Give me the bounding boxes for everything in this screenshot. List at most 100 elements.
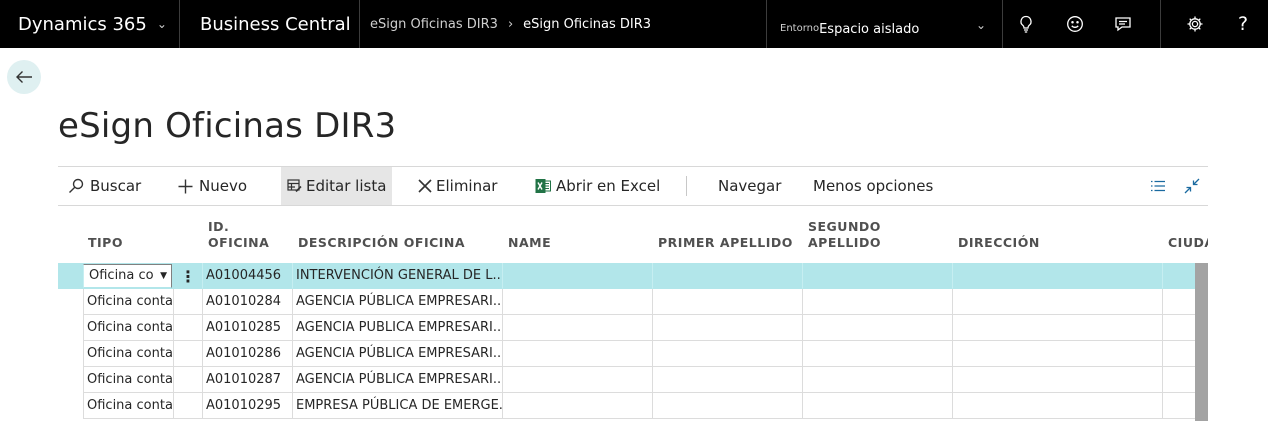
ciudad-cell[interactable] (1162, 289, 1195, 315)
table-row[interactable]: Oficina co ▼ ⋮ A01004456 INTERVENCIÓN GE… (58, 263, 1208, 289)
ciudad-cell[interactable] (1162, 341, 1195, 367)
id-cell[interactable]: A01004456 (202, 263, 292, 289)
divider (359, 0, 360, 48)
segundo-apellido-cell[interactable] (802, 289, 952, 315)
lightbulb-icon[interactable] (1006, 0, 1046, 48)
search-button[interactable]: Buscar (68, 167, 141, 205)
top-navigation-bar: Dynamics 365 ⌄ Business Central eSign Of… (0, 0, 1268, 48)
breadcrumb-item-current: eSign Oficinas DIR3 (523, 16, 652, 32)
page-title: eSign Oficinas DIR3 (58, 106, 397, 146)
tipo-cell[interactable]: Oficina contal (83, 341, 173, 367)
column-header-segundo-apellido[interactable]: SEGUNDO APELLIDO (808, 219, 881, 251)
column-header-id-line2: OFICINA (208, 235, 270, 250)
primer-apellido-cell[interactable] (652, 393, 802, 419)
column-header-tipo[interactable]: TIPO (88, 235, 123, 251)
name-cell[interactable] (502, 341, 652, 367)
chevron-down-icon: ⌄ (975, 18, 986, 32)
row-actions-menu-icon[interactable]: ⋮ (174, 263, 202, 289)
column-header-id-line1: ID. (208, 219, 230, 234)
ciudad-cell[interactable] (1162, 393, 1195, 419)
id-cell[interactable]: A01010284 (202, 289, 292, 315)
direccion-cell[interactable] (952, 393, 1162, 419)
column-header-descripcion[interactable]: DESCRIPCIÓN OFICINA (298, 235, 465, 251)
name-cell[interactable] (502, 315, 652, 341)
id-cell[interactable]: A01010286 (202, 341, 292, 367)
description-cell[interactable]: AGENCIA PUBLICA EMPRESARI... (292, 315, 502, 341)
table-row[interactable]: Oficina contal A01010284 AGENCIA PÚBLICA… (58, 289, 1208, 315)
tipo-cell[interactable]: Oficina contal (83, 289, 173, 315)
name-cell[interactable] (502, 289, 652, 315)
tipo-dropdown[interactable]: Oficina co ▼ (83, 264, 172, 288)
dynamics-365-menu[interactable]: Dynamics 365 ⌄ (18, 0, 167, 48)
id-cell[interactable]: A01010287 (202, 367, 292, 393)
environment-selector[interactable]: Entorno Espacio aislado ⌄ (780, 0, 990, 48)
delete-label: Eliminar (436, 177, 498, 195)
chat-icon[interactable] (1103, 0, 1143, 48)
table-row[interactable]: Oficina contal A01010285 AGENCIA PUBLICA… (58, 315, 1208, 341)
gear-icon[interactable] (1175, 0, 1215, 48)
breadcrumb-item-1[interactable]: eSign Oficinas DIR3 (370, 17, 498, 32)
primer-apellido-cell[interactable] (652, 289, 802, 315)
name-cell[interactable] (502, 263, 652, 289)
direccion-cell[interactable] (952, 289, 1162, 315)
collapse-icon[interactable] (1184, 167, 1200, 205)
navigate-button[interactable]: Navegar (718, 167, 781, 205)
primer-apellido-cell[interactable] (652, 367, 802, 393)
primer-apellido-cell[interactable] (652, 263, 802, 289)
description-cell[interactable]: AGENCIA PÚBLICA EMPRESARI... (292, 289, 502, 315)
column-header-primer-apellido[interactable]: PRIMER APELLIDO (658, 235, 793, 251)
ciudad-cell[interactable] (1162, 263, 1195, 289)
segundo-apellido-cell[interactable] (802, 263, 952, 289)
delete-button[interactable]: Eliminar (418, 167, 497, 205)
smiley-icon[interactable] (1055, 0, 1095, 48)
direccion-cell[interactable] (952, 263, 1162, 289)
segundo-apellido-cell[interactable] (802, 367, 952, 393)
column-header-direccion[interactable]: DIRECCIÓN (958, 235, 1040, 251)
id-cell[interactable]: A01010295 (202, 393, 292, 419)
description-cell[interactable]: EMPRESA PÚBLICA DE EMERGE... (292, 393, 502, 419)
column-header-segundo-line1: SEGUNDO (808, 219, 881, 234)
table-row[interactable]: Oficina contal A01010295 EMPRESA PÚBLICA… (58, 393, 1208, 419)
vertical-scrollbar[interactable] (1195, 263, 1208, 421)
tipo-cell[interactable]: Oficina contal (83, 367, 173, 393)
tipo-cell[interactable]: Oficina contal (83, 315, 173, 341)
environment-value: Espacio aislado (819, 21, 920, 37)
help-icon[interactable]: ? (1223, 0, 1263, 48)
table-row[interactable]: Oficina contal A01010286 AGENCIA PÚBLICA… (58, 341, 1208, 367)
new-button[interactable]: Nuevo (178, 167, 247, 205)
row-marker-cell (173, 367, 202, 393)
app-name[interactable]: Business Central (200, 0, 351, 48)
ciudad-cell[interactable] (1162, 315, 1195, 341)
column-header-id-oficina[interactable]: ID. OFICINA (208, 219, 269, 251)
tipo-cell[interactable]: Oficina contal (83, 393, 173, 419)
description-cell[interactable]: AGENCIA PÚBLICA EMPRESARI... (292, 367, 502, 393)
tipo-value: Oficina co (89, 268, 154, 283)
table-row[interactable]: Oficina contal A01010287 AGENCIA PÚBLICA… (58, 367, 1208, 393)
caret-down-icon: ▼ (160, 271, 167, 281)
direccion-cell[interactable] (952, 341, 1162, 367)
segundo-apellido-cell[interactable] (802, 341, 952, 367)
ciudad-cell[interactable] (1162, 367, 1195, 393)
fewer-options-button[interactable]: Menos opciones (813, 167, 933, 205)
description-cell[interactable]: INTERVENCIÓN GENERAL DE L... (292, 263, 502, 289)
divider (766, 0, 767, 48)
primer-apellido-cell[interactable] (652, 341, 802, 367)
direccion-cell[interactable] (952, 367, 1162, 393)
search-label: Buscar (90, 177, 142, 195)
id-cell[interactable]: A01010285 (202, 315, 292, 341)
name-cell[interactable] (502, 367, 652, 393)
primer-apellido-cell[interactable] (652, 315, 802, 341)
edit-list-button[interactable]: Editar lista (281, 167, 393, 205)
open-in-excel-button[interactable]: Abrir en Excel (535, 167, 660, 205)
plus-icon (178, 179, 193, 194)
column-header-name[interactable]: NAME (508, 235, 551, 251)
column-header-ciudad[interactable]: CIUDA (1168, 235, 1208, 251)
name-cell[interactable] (502, 393, 652, 419)
direccion-cell[interactable] (952, 315, 1162, 341)
segundo-apellido-cell[interactable] (802, 393, 952, 419)
new-label: Nuevo (199, 177, 248, 195)
segundo-apellido-cell[interactable] (802, 315, 952, 341)
list-view-icon[interactable] (1150, 167, 1166, 205)
description-cell[interactable]: AGENCIA PÚBLICA EMPRESARI... (292, 341, 502, 367)
back-button[interactable] (7, 60, 41, 94)
